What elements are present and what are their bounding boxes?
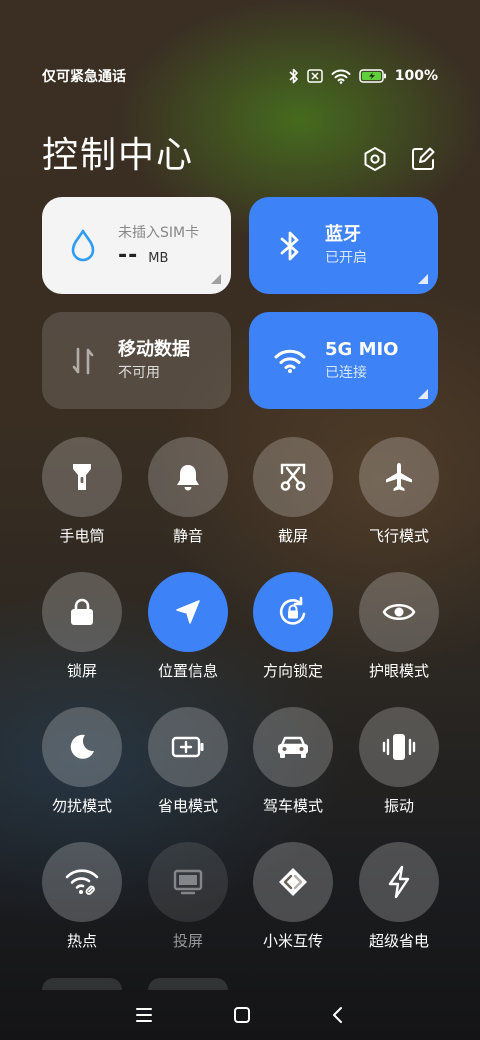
wifi-label: 5G MIO — [325, 338, 399, 360]
carrier-text: 仅可紧急通话 — [42, 69, 126, 85]
battery-saver-icon — [148, 707, 228, 787]
mobile-data-status: 不可用 — [118, 364, 160, 381]
header-actions — [362, 146, 436, 172]
toggle-label: 投屏 — [172, 932, 203, 950]
toggle-location[interactable]: 位置信息 — [148, 572, 228, 681]
home-icon[interactable] — [233, 1006, 251, 1024]
toggle-airplane[interactable]: 飞行模式 — [359, 437, 439, 546]
data-usage-label: 未插入SIM卡 — [118, 225, 200, 241]
bluetooth-icon — [273, 230, 307, 262]
wifi-icon — [331, 69, 351, 84]
toggle-label: 超级省电 — [368, 932, 429, 950]
car-icon — [253, 707, 333, 787]
toggle-label: 热点 — [66, 932, 97, 950]
bluetooth-label: 蓝牙 — [325, 223, 361, 245]
next-row-peek — [42, 978, 122, 990]
toggle-mute[interactable]: 静音 — [148, 437, 228, 546]
page-title: 控制中心 — [42, 135, 195, 176]
water-drop-icon — [66, 228, 100, 264]
airplane-icon — [359, 437, 439, 517]
location-arrow-icon — [148, 572, 228, 652]
no-sim-icon — [306, 69, 323, 83]
toggle-label: 锁屏 — [66, 662, 97, 680]
wifi-tile[interactable]: 5G MIO 已连接 — [249, 312, 438, 409]
toggle-label: 位置信息 — [157, 662, 218, 680]
status-icons: 100% — [289, 68, 438, 84]
data-usage-value: -- — [118, 243, 139, 268]
moon-icon — [42, 707, 122, 787]
expand-corner-icon — [418, 389, 428, 399]
toggle-mi-share[interactable]: 小米互传 — [253, 842, 333, 951]
expand-corner-icon — [418, 274, 428, 284]
toggle-lock-screen[interactable]: 锁屏 — [42, 572, 122, 681]
lightning-icon — [359, 842, 439, 922]
edit-icon[interactable] — [410, 146, 436, 172]
toggle-label: 静音 — [172, 527, 203, 545]
toggle-eye-care[interactable]: 护眼模式 — [359, 572, 439, 681]
toggle-hotspot[interactable]: 热点 — [42, 842, 122, 951]
status-bar: 仅可紧急通话 100% — [42, 64, 438, 88]
mobile-data-label: 移动数据 — [118, 338, 190, 360]
bluetooth-icon — [289, 68, 299, 84]
battery-percent: 100% — [394, 68, 438, 84]
toggle-label: 手电筒 — [59, 527, 105, 545]
toggle-label: 振动 — [383, 797, 414, 815]
wifi-icon — [273, 348, 307, 374]
toggle-label: 省电模式 — [157, 797, 218, 815]
toggle-flashlight[interactable]: 手电筒 — [42, 437, 122, 546]
battery-charging-icon — [358, 69, 387, 83]
rotation-lock-icon — [253, 572, 333, 652]
mobile-data-tile[interactable]: 移动数据 不可用 — [42, 312, 231, 409]
back-icon[interactable] — [331, 1006, 345, 1024]
mobile-data-arrows-icon — [66, 345, 100, 377]
flashlight-icon — [42, 437, 122, 517]
toggle-label: 护眼模式 — [368, 662, 429, 680]
lock-icon — [42, 572, 122, 652]
navigation-bar — [0, 990, 480, 1040]
bell-icon — [148, 437, 228, 517]
screenshot-scissors-icon — [253, 437, 333, 517]
menu-icon[interactable] — [135, 1007, 153, 1023]
cast-screen-icon — [148, 842, 228, 922]
toggle-label: 驾车模式 — [262, 797, 323, 815]
toggle-vibrate[interactable]: 振动 — [359, 707, 439, 816]
toggle-battery-saver[interactable]: 省电模式 — [148, 707, 228, 816]
toggle-label: 勿扰模式 — [51, 797, 112, 815]
toggle-label: 方向锁定 — [262, 662, 323, 680]
next-row-peek — [148, 978, 228, 990]
expand-corner-icon — [211, 274, 221, 284]
toggle-label: 小米互传 — [262, 932, 323, 950]
wifi-status: 已连接 — [325, 364, 367, 381]
bluetooth-status: 已开启 — [325, 249, 367, 266]
hotspot-icon — [42, 842, 122, 922]
toggle-label: 截屏 — [277, 527, 308, 545]
toggle-rotation-lock[interactable]: 方向锁定 — [253, 572, 333, 681]
toggle-do-not-disturb[interactable]: 勿扰模式 — [42, 707, 122, 816]
toggle-ultra-saver[interactable]: 超级省电 — [359, 842, 439, 951]
toggle-screenshot[interactable]: 截屏 — [253, 437, 333, 546]
eye-icon — [359, 572, 439, 652]
bluetooth-tile[interactable]: 蓝牙 已开启 — [249, 197, 438, 294]
data-usage-tile[interactable]: 未插入SIM卡 -- MB — [42, 197, 231, 294]
toggle-cast-screen[interactable]: 投屏 — [148, 842, 228, 951]
toggle-label: 飞行模式 — [368, 527, 429, 545]
mi-share-icon — [253, 842, 333, 922]
toggle-driving-mode[interactable]: 驾车模式 — [253, 707, 333, 816]
settings-icon[interactable] — [362, 146, 388, 172]
vibrate-icon — [359, 707, 439, 787]
data-usage-unit: MB — [148, 251, 169, 266]
